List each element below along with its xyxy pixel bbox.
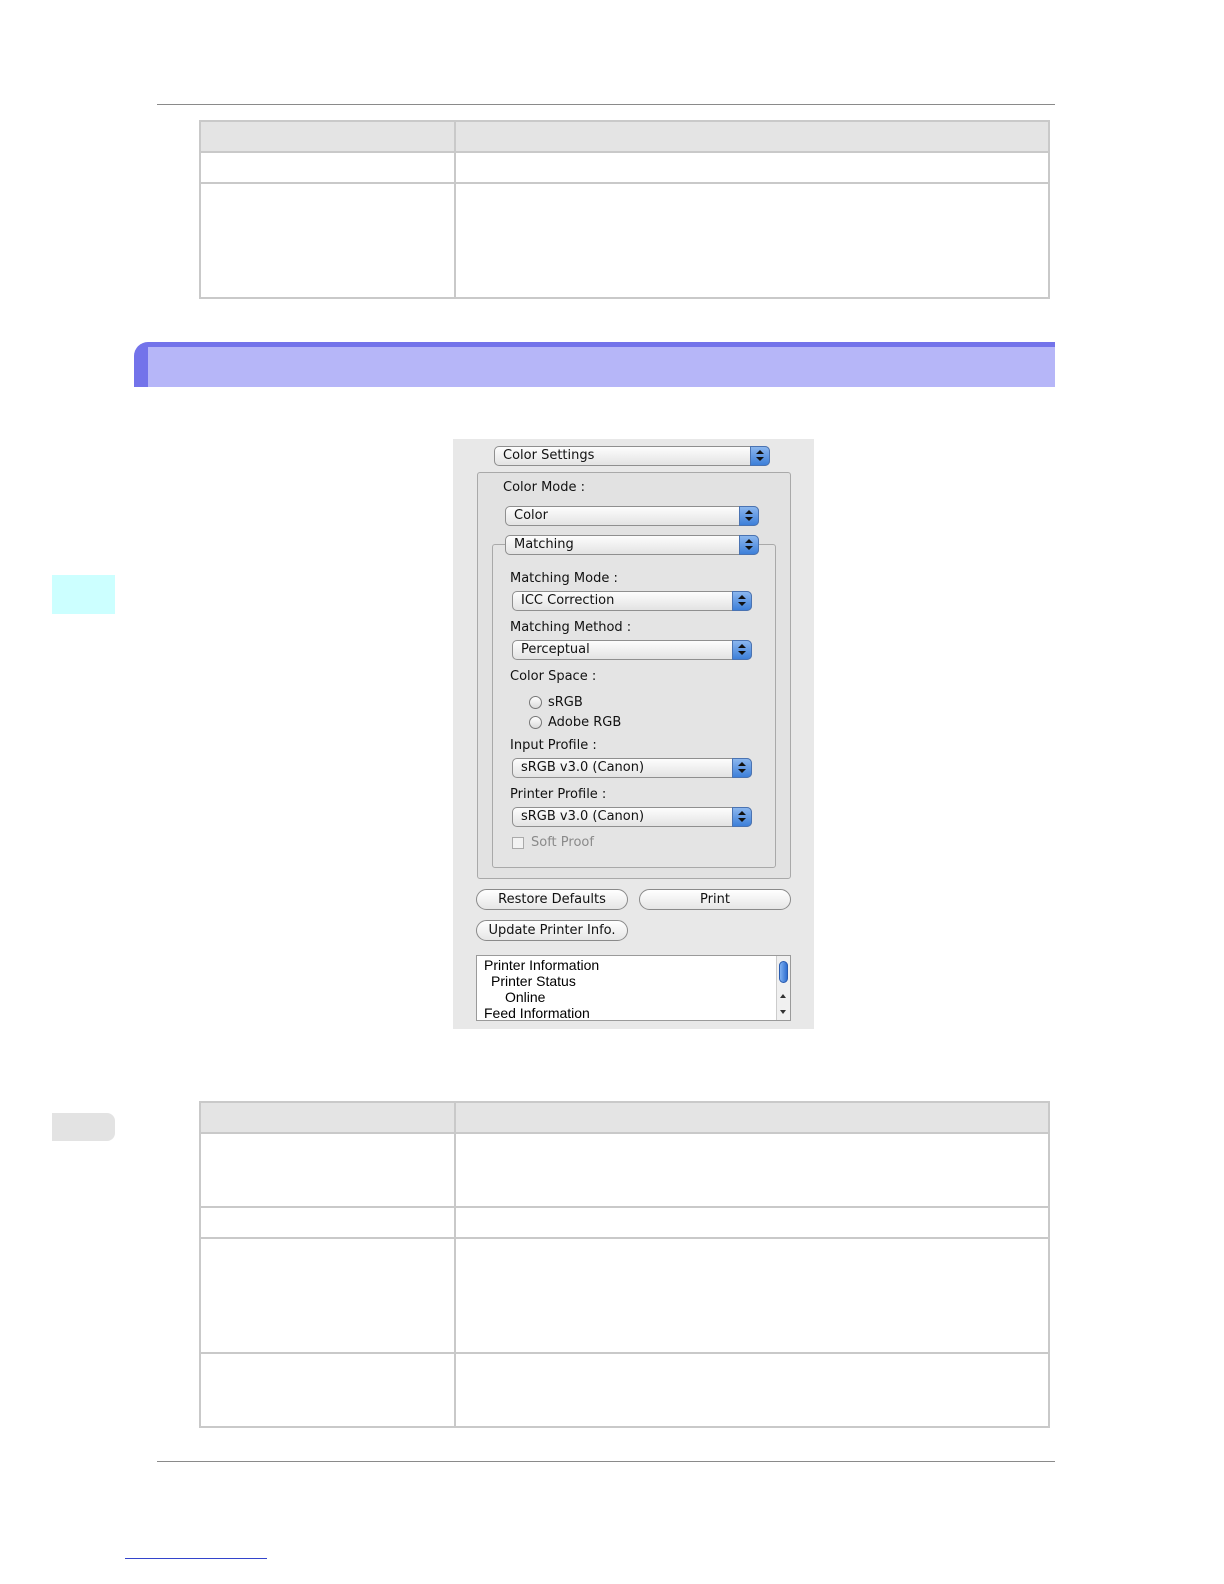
popup-arrows-icon [739, 535, 759, 555]
table-row [199, 1206, 1050, 1239]
footer-link-underline[interactable] [125, 1558, 267, 1559]
table-row [199, 182, 1050, 299]
table-row [199, 151, 1050, 184]
table-header-row [199, 1101, 1050, 1134]
scroll-down-arrow-icon[interactable] [780, 1010, 786, 1014]
print-button[interactable]: Print [639, 889, 791, 910]
section-heading-bar [134, 342, 1055, 387]
update-printer-info-button[interactable]: Update Printer Info. [476, 920, 628, 941]
table-row [199, 1352, 1050, 1428]
popup-arrows-icon [732, 591, 752, 611]
list-item: Online [505, 989, 546, 1005]
table-header-row [199, 120, 1050, 153]
list-item: Feed Information [484, 1005, 590, 1021]
printer-info-list[interactable]: Printer Information Printer Status Onlin… [476, 955, 791, 1021]
soft-proof-checkbox[interactable] [512, 837, 524, 849]
input-profile-value: sRGB v3.0 (Canon) [521, 760, 645, 775]
popup-arrows-icon [732, 807, 752, 827]
panel-menu-popup[interactable]: Color Settings [494, 446, 770, 466]
top-table [199, 120, 1050, 299]
matching-mode-label: Matching Mode : [510, 571, 618, 586]
matching-mode-value: ICC Correction [521, 593, 615, 608]
printer-profile-popup[interactable]: sRGB v3.0 (Canon) [512, 807, 752, 827]
srgb-radio-label: sRGB [548, 695, 583, 710]
bottom-table [199, 1101, 1050, 1428]
panel-menu-value: Color Settings [503, 448, 595, 463]
top-rule [157, 104, 1055, 105]
bottom-rule [157, 1461, 1055, 1462]
restore-defaults-button[interactable]: Restore Defaults [476, 889, 628, 910]
list-scrollbar[interactable] [776, 956, 790, 1020]
popup-arrows-icon [732, 758, 752, 778]
printer-profile-value: sRGB v3.0 (Canon) [521, 809, 645, 824]
adobe-rgb-radio[interactable] [529, 716, 542, 729]
list-item: Printer Status [491, 973, 576, 989]
soft-proof-label: Soft Proof [531, 835, 594, 850]
popup-arrows-icon [732, 640, 752, 660]
popup-arrows-icon [750, 446, 770, 466]
srgb-radio[interactable] [529, 696, 542, 709]
printer-profile-label: Printer Profile : [510, 787, 607, 802]
color-space-label: Color Space : [510, 669, 597, 684]
chapter-index-tab[interactable] [52, 1113, 115, 1141]
matching-value: Matching [514, 537, 574, 552]
adobe-rgb-radio-label: Adobe RGB [548, 715, 622, 730]
chapter-tab[interactable] [52, 575, 115, 614]
matching-method-popup[interactable]: Perceptual [512, 640, 752, 660]
matching-method-label: Matching Method : [510, 620, 632, 635]
color-mode-value: Color [514, 508, 548, 523]
table-row [199, 1237, 1050, 1354]
input-profile-label: Input Profile : [510, 738, 597, 753]
color-settings-dialog: Color Settings Color Mode : Color Matchi… [453, 439, 814, 1029]
matching-method-value: Perceptual [521, 642, 590, 657]
matching-mode-popup[interactable]: ICC Correction [512, 591, 752, 611]
color-mode-label: Color Mode : [503, 480, 586, 495]
list-item: Printer Information [484, 957, 600, 973]
table-row [199, 1132, 1050, 1208]
popup-arrows-icon [739, 506, 759, 526]
color-mode-popup[interactable]: Color [505, 506, 759, 526]
input-profile-popup[interactable]: sRGB v3.0 (Canon) [512, 758, 752, 778]
scroll-thumb[interactable] [779, 961, 788, 983]
matching-popup[interactable]: Matching [505, 535, 759, 555]
scroll-up-arrow-icon[interactable] [780, 994, 786, 998]
